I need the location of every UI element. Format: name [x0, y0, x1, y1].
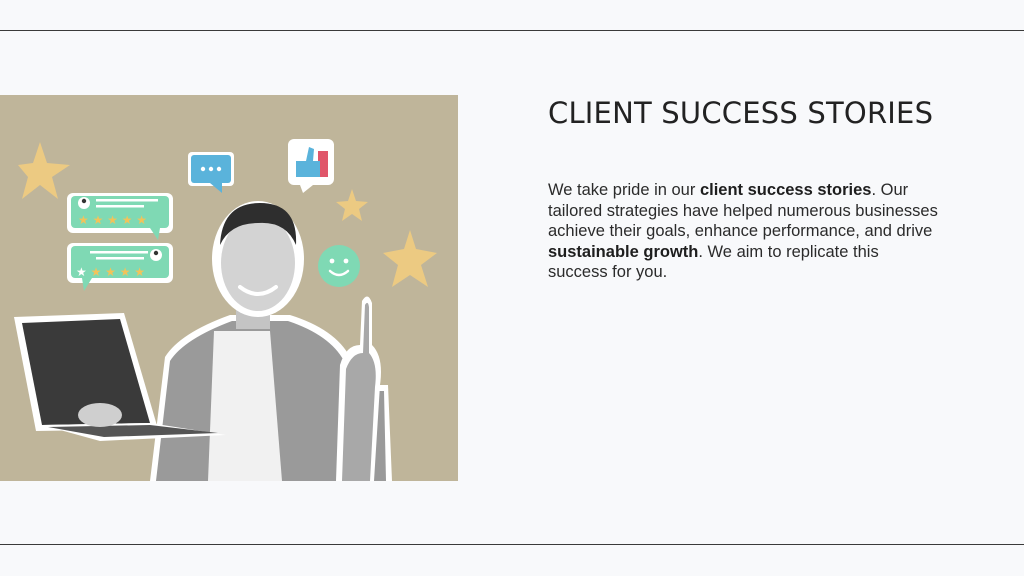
svg-text:★ ★ ★ ★ ★: ★ ★ ★ ★ ★: [76, 265, 145, 279]
hero-photo: ★ ★ ★ ★ ★ ★ ★ ★ ★ ★: [0, 95, 458, 481]
intro-paragraph: We take pride in our client success stor…: [548, 180, 938, 283]
bottom-divider: [0, 544, 1024, 545]
person-illustration: [150, 201, 392, 481]
page-title: CLIENT SUCCESS STORIES: [548, 96, 934, 130]
intro-emphasis-1: client success stories: [699, 181, 872, 199]
star-icon: [383, 230, 437, 287]
star-icon: [336, 189, 368, 221]
smiley-icon: [318, 245, 360, 287]
review-card-icon: ★ ★ ★ ★ ★: [67, 193, 173, 240]
intro-emphasis-2: sustainable growth: [548, 242, 699, 261]
top-divider: [0, 30, 1024, 31]
intro-text-1: We take pride in our: [548, 181, 700, 199]
thumbs-up-icon: [288, 139, 334, 193]
star-icon: [18, 142, 70, 199]
review-card-icon: ★ ★ ★ ★ ★: [67, 243, 173, 291]
chat-bubble-icon: [188, 152, 234, 193]
svg-text:★ ★ ★ ★ ★: ★ ★ ★ ★ ★: [78, 213, 147, 227]
